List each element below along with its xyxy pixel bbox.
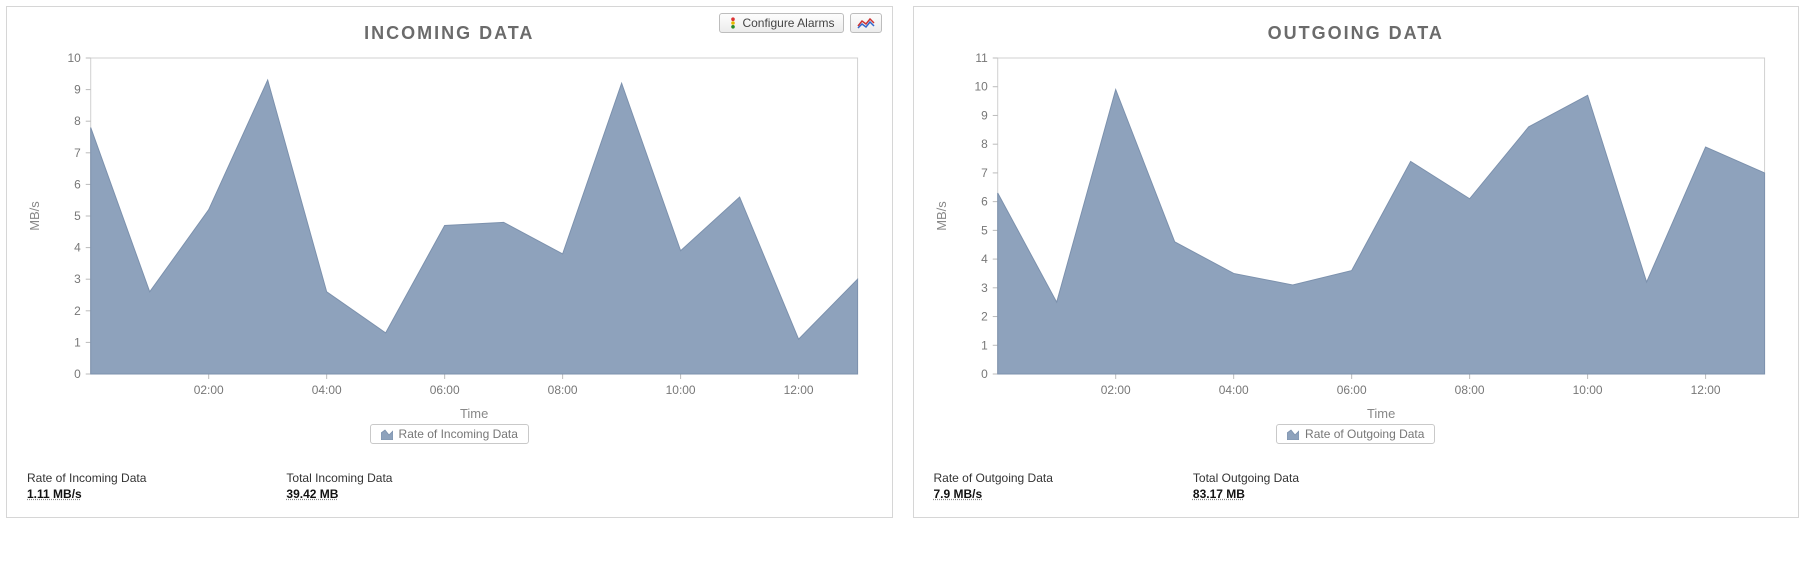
svg-text:2: 2	[981, 310, 988, 324]
stat-value: 7.9 MB/s	[934, 487, 983, 501]
stat-label: Rate of Incoming Data	[27, 471, 146, 485]
incoming-toolbar: Configure Alarms	[719, 13, 881, 33]
stat-value: 39.42 MB	[286, 487, 338, 501]
svg-text:08:00: 08:00	[548, 383, 578, 397]
outgoing-stat-rate: Rate of Outgoing Data 7.9 MB/s	[934, 471, 1053, 503]
svg-text:10: 10	[974, 80, 988, 94]
svg-text:4: 4	[74, 241, 81, 255]
incoming-chart: 0 1 2 3 4 5 6 7 8 9 10 02:00 04:00 06:00 08:00 10:00 12:…	[21, 48, 878, 428]
svg-text:06:00: 06:00	[430, 383, 460, 397]
svg-text:5: 5	[981, 223, 988, 237]
svg-text:10:00: 10:00	[1572, 383, 1602, 397]
svg-text:4: 4	[981, 252, 988, 266]
svg-text:MB/s: MB/s	[27, 201, 42, 231]
svg-text:6: 6	[74, 177, 81, 191]
svg-text:3: 3	[74, 272, 81, 286]
legend-swatch-icon	[381, 428, 393, 440]
svg-text:1: 1	[74, 335, 81, 349]
stat-label: Rate of Outgoing Data	[934, 471, 1053, 485]
svg-text:12:00: 12:00	[784, 383, 814, 397]
svg-text:0: 0	[74, 367, 81, 381]
stat-value: 1.11 MB/s	[27, 487, 82, 501]
svg-text:10: 10	[67, 51, 81, 65]
svg-text:02:00: 02:00	[1100, 383, 1130, 397]
svg-text:Time: Time	[460, 406, 488, 421]
legend-swatch-icon	[1287, 428, 1299, 440]
chart-options-button[interactable]	[850, 13, 882, 33]
incoming-stat-rate: Rate of Incoming Data 1.11 MB/s	[27, 471, 146, 503]
svg-text:9: 9	[981, 108, 988, 122]
stat-label: Total Incoming Data	[286, 471, 392, 485]
svg-text:5: 5	[74, 209, 81, 223]
svg-text:11: 11	[975, 51, 988, 65]
svg-text:3: 3	[981, 281, 988, 295]
outgoing-chart-title: OUTGOING DATA	[928, 23, 1785, 44]
svg-text:06:00: 06:00	[1336, 383, 1366, 397]
chart-line-icon	[857, 17, 875, 29]
outgoing-panel: OUTGOING DATA 0 1 2 3 4 5 6 7 8 9 10 11 02:00 04:00 06…	[913, 6, 1800, 518]
outgoing-chart: 0 1 2 3 4 5 6 7 8 9 10 11 02:00 04:00 06:00 08:00 10:00 1…	[928, 48, 1785, 428]
svg-text:6: 6	[981, 195, 988, 209]
svg-text:8: 8	[74, 114, 81, 128]
outgoing-stat-total: Total Outgoing Data 83.17 MB	[1193, 471, 1299, 503]
svg-text:04:00: 04:00	[1218, 383, 1248, 397]
incoming-stat-total: Total Incoming Data 39.42 MB	[286, 471, 392, 503]
svg-text:0: 0	[981, 367, 988, 381]
svg-text:12:00: 12:00	[1690, 383, 1720, 397]
svg-text:10:00: 10:00	[666, 383, 696, 397]
svg-text:8: 8	[981, 137, 988, 151]
svg-text:Time: Time	[1367, 406, 1395, 421]
svg-text:9: 9	[74, 83, 81, 97]
incoming-stats: Rate of Incoming Data 1.11 MB/s Total In…	[27, 471, 878, 503]
incoming-legend-label: Rate of Incoming Data	[399, 427, 518, 441]
outgoing-legend-label: Rate of Outgoing Data	[1305, 427, 1424, 441]
stat-value: 83.17 MB	[1193, 487, 1245, 501]
svg-text:1: 1	[981, 338, 988, 352]
svg-text:7: 7	[74, 146, 81, 160]
svg-text:02:00: 02:00	[194, 383, 224, 397]
configure-alarms-button[interactable]: Configure Alarms	[719, 13, 843, 33]
svg-text:7: 7	[981, 166, 988, 180]
configure-alarms-label: Configure Alarms	[742, 16, 834, 30]
traffic-light-icon	[728, 17, 738, 29]
svg-text:04:00: 04:00	[312, 383, 342, 397]
stat-label: Total Outgoing Data	[1193, 471, 1299, 485]
svg-text:2: 2	[74, 304, 81, 318]
incoming-panel: Configure Alarms INCOMING DATA 012345678…	[6, 6, 893, 518]
outgoing-stats: Rate of Outgoing Data 7.9 MB/s Total Out…	[934, 471, 1785, 503]
svg-text:08:00: 08:00	[1454, 383, 1484, 397]
svg-text:MB/s: MB/s	[933, 201, 948, 231]
